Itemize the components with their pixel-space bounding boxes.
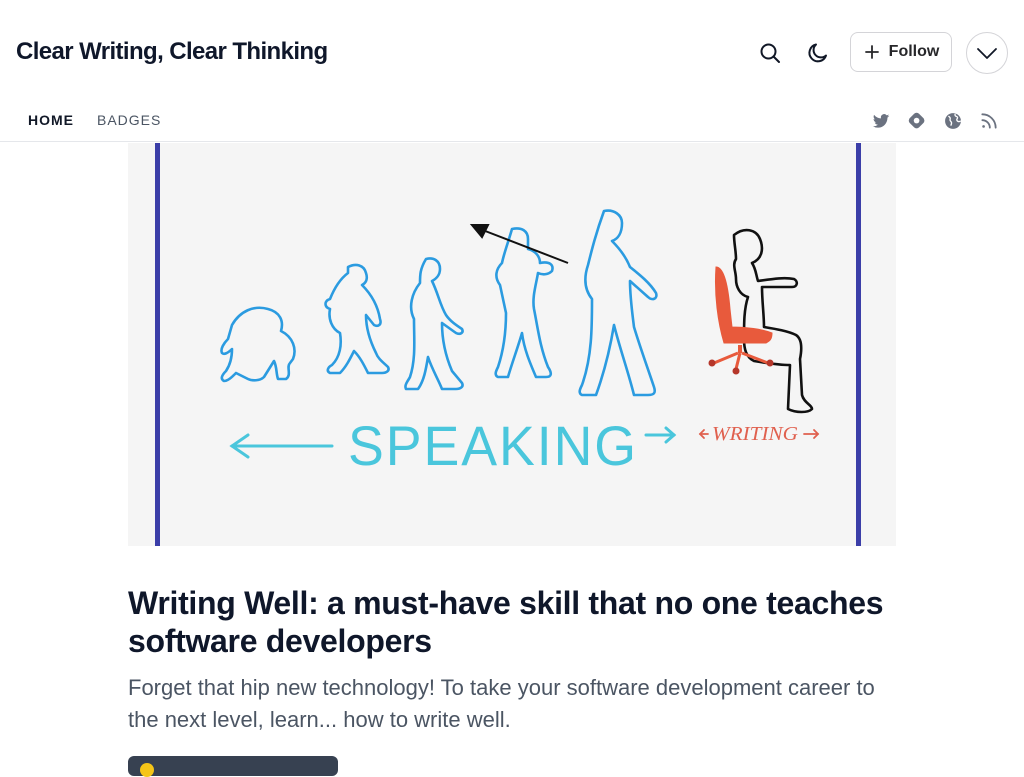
twitter-link[interactable]: [870, 110, 892, 132]
search-icon: [760, 43, 780, 63]
globe-icon: [945, 113, 961, 129]
blog-header: Clear Writing, Clear Thinking Follow: [0, 0, 1024, 100]
tab-home[interactable]: HOME: [28, 112, 74, 128]
nav-bar: HOME BADGES: [0, 100, 1024, 142]
website-link[interactable]: [942, 110, 964, 132]
rss-icon: [981, 113, 997, 129]
hashnode-icon: [908, 112, 925, 129]
theme-toggle-button[interactable]: [798, 33, 838, 73]
follow-button[interactable]: Follow: [850, 32, 952, 72]
speaking-label: SPEAKING: [348, 414, 638, 477]
post-title[interactable]: Writing Well: a must-have skill that no …: [128, 584, 888, 660]
frame-left-line: [155, 143, 160, 546]
tab-badges[interactable]: BADGES: [97, 112, 161, 128]
chevron-down-icon: [977, 48, 997, 59]
hashnode-link[interactable]: [906, 110, 928, 132]
site-title[interactable]: Clear Writing, Clear Thinking: [16, 38, 328, 66]
evolution-illustration: SPEAKING WRITING: [128, 143, 896, 546]
rss-link[interactable]: [978, 110, 1000, 132]
moon-icon: [808, 43, 827, 63]
search-button[interactable]: [750, 33, 790, 73]
twitter-icon: [872, 114, 890, 128]
menu-button[interactable]: [966, 32, 1008, 74]
author-avatar: [140, 763, 154, 777]
author-chip[interactable]: [128, 756, 338, 777]
follow-label: Follow: [888, 43, 940, 60]
writing-label: WRITING: [712, 423, 799, 445]
post-brief: Forget that hip new technology! To take …: [128, 675, 875, 732]
plus-icon: [864, 45, 879, 59]
frame-right-line: [856, 143, 861, 546]
post-cover-image[interactable]: SPEAKING WRITING: [128, 143, 896, 546]
